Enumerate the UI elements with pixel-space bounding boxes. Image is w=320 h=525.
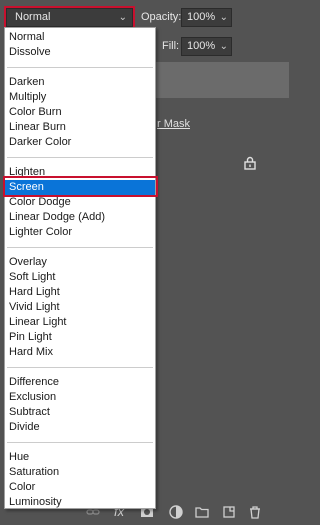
menu-item-hard-mix[interactable]: Hard Mix bbox=[5, 345, 155, 360]
menu-item-subtract[interactable]: Subtract bbox=[5, 405, 155, 420]
menu-separator bbox=[7, 67, 153, 68]
menu-item-vivid-light[interactable]: Vivid Light bbox=[5, 300, 155, 315]
fill-field[interactable]: 100% ⌄ bbox=[181, 37, 232, 56]
menu-item-difference[interactable]: Difference bbox=[5, 375, 155, 390]
menu-item-divide[interactable]: Divide bbox=[5, 420, 155, 435]
menu-item-darken[interactable]: Darken bbox=[5, 75, 155, 90]
menu-separator bbox=[7, 247, 153, 248]
chevron-down-icon[interactable]: ⌄ bbox=[220, 38, 228, 55]
menu-item-color[interactable]: Color bbox=[5, 480, 155, 495]
highlight-outline-screen bbox=[3, 176, 158, 197]
menu-item-hard-light[interactable]: Hard Light bbox=[5, 285, 155, 300]
menu-separator bbox=[7, 367, 153, 368]
highlight-outline-blend bbox=[4, 6, 135, 29]
menu-item-lighter-color[interactable]: Lighter Color bbox=[5, 225, 155, 240]
new-layer-icon[interactable] bbox=[222, 505, 236, 519]
menu-separator bbox=[7, 157, 153, 158]
menu-item-color-burn[interactable]: Color Burn bbox=[5, 105, 155, 120]
menu-item-luminosity[interactable]: Luminosity bbox=[5, 495, 155, 510]
menu-item-soft-light[interactable]: Soft Light bbox=[5, 270, 155, 285]
menu-item-dissolve[interactable]: Dissolve bbox=[5, 45, 155, 60]
blend-mode-menu: Normal Dissolve Darken Multiply Color Burn Li… bbox=[4, 27, 156, 509]
menu-separator bbox=[7, 442, 153, 443]
fill-value: 100% bbox=[187, 40, 216, 52]
chevron-down-icon[interactable]: ⌄ bbox=[220, 9, 228, 26]
menu-item-saturation[interactable]: Saturation bbox=[5, 465, 155, 480]
menu-item-multiply[interactable]: Multiply bbox=[5, 90, 155, 105]
adjustment-icon[interactable] bbox=[169, 505, 183, 519]
opacity-value: 100% bbox=[187, 11, 216, 23]
menu-item-normal[interactable]: Normal bbox=[5, 30, 155, 45]
menu-item-linear-dodge-add[interactable]: Linear Dodge (Add) bbox=[5, 210, 155, 225]
menu-item-color-dodge[interactable]: Color Dodge bbox=[5, 195, 155, 210]
opacity-label: Opacity: bbox=[141, 11, 182, 23]
layers-panel: Normal ⌄ Opacity: 100% ⌄ Fill: 100% ⌄ r … bbox=[0, 0, 289, 525]
menu-item-exclusion[interactable]: Exclusion bbox=[5, 390, 155, 405]
layer-mask-label: r Mask bbox=[157, 118, 190, 130]
fill-label: Fill: bbox=[162, 40, 180, 52]
folder-icon[interactable] bbox=[195, 505, 209, 519]
menu-item-linear-burn[interactable]: Linear Burn bbox=[5, 120, 155, 135]
menu-item-darker-color[interactable]: Darker Color bbox=[5, 135, 155, 150]
trash-icon[interactable] bbox=[248, 505, 262, 519]
menu-item-overlay[interactable]: Overlay bbox=[5, 255, 155, 270]
menu-item-hue[interactable]: Hue bbox=[5, 450, 155, 465]
menu-item-linear-light[interactable]: Linear Light bbox=[5, 315, 155, 330]
layer-row[interactable] bbox=[155, 62, 289, 98]
menu-item-pin-light[interactable]: Pin Light bbox=[5, 330, 155, 345]
opacity-field[interactable]: 100% ⌄ bbox=[181, 8, 232, 27]
lock-icon bbox=[244, 156, 256, 170]
